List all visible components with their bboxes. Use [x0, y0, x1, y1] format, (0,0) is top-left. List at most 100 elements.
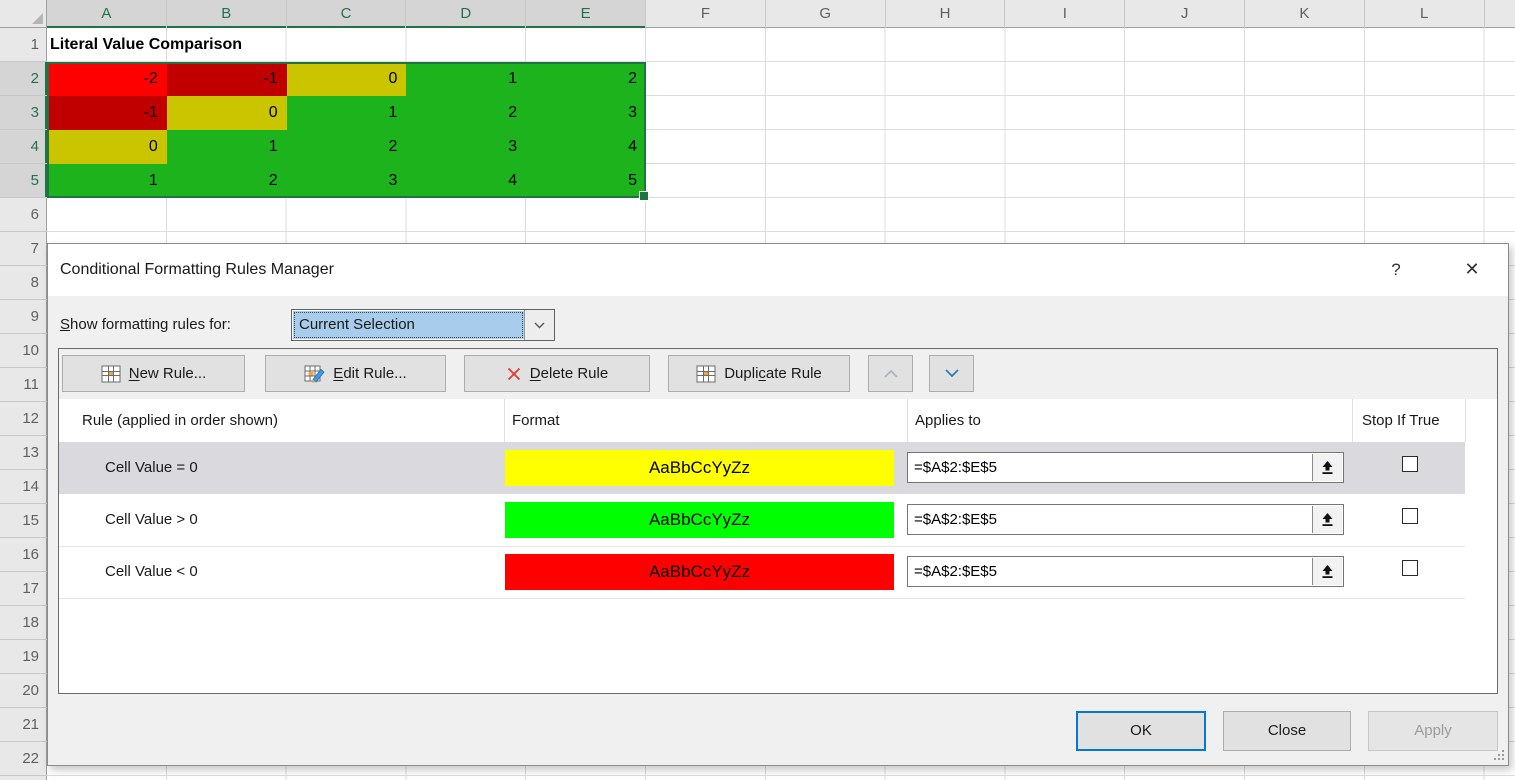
edit-rule-label: Edit Rule...	[333, 365, 406, 382]
row-header-11[interactable]: 11	[0, 368, 47, 402]
cell-E4[interactable]: 4	[526, 130, 646, 164]
cell-C3[interactable]: 1	[287, 96, 407, 130]
column-header-B[interactable]: B	[167, 0, 287, 28]
collapse-dialog-button[interactable]	[1312, 506, 1342, 533]
cell-A4[interactable]: 0	[47, 130, 167, 164]
combobox-dropdown-button[interactable]	[524, 310, 554, 340]
column-header-L[interactable]: L	[1365, 0, 1485, 28]
list-header-stop-if-true: Stop If True	[1362, 399, 1440, 442]
resize-grip[interactable]	[1494, 749, 1506, 761]
row-header-13[interactable]: 13	[0, 436, 47, 470]
column-header-E[interactable]: E	[526, 0, 646, 28]
select-all-triangle-icon	[32, 13, 43, 24]
cell-B4[interactable]: 1	[167, 130, 287, 164]
cell-B3[interactable]: 0	[167, 96, 287, 130]
cell-C5[interactable]: 3	[287, 164, 407, 198]
cell-C4[interactable]: 2	[287, 130, 407, 164]
apply-button[interactable]: Apply	[1368, 711, 1498, 751]
cell-C2[interactable]: 0	[287, 62, 407, 96]
rule-row-3[interactable]: Cell Value < 0AaBbCcYyZz=$A$2:$E$5	[59, 546, 1465, 599]
column-header-F[interactable]: F	[646, 0, 766, 28]
row-header-9[interactable]: 9	[0, 300, 47, 334]
cf-rules-manager-dialog: Conditional Formatting Rules Manager ? ✕…	[47, 243, 1509, 766]
delete-rule-button[interactable]: Delete Rule	[464, 355, 650, 392]
move-rule-up-button[interactable]	[868, 355, 913, 392]
column-header-I[interactable]: I	[1005, 0, 1125, 28]
row-header-18[interactable]: 18	[0, 606, 47, 640]
rule-description: Cell Value > 0	[105, 494, 198, 546]
ok-button[interactable]: OK	[1076, 711, 1206, 751]
cell-D3[interactable]: 2	[406, 96, 526, 130]
list-header-format: Format	[512, 399, 560, 442]
row-header-12[interactable]: 12	[0, 402, 47, 436]
collapse-dialog-button[interactable]	[1312, 558, 1342, 585]
applies-to-value: =$A$2:$E$5	[914, 557, 997, 586]
row-header-6[interactable]: 6	[0, 198, 47, 232]
column-header-H[interactable]: H	[886, 0, 1006, 28]
stop-if-true-checkbox[interactable]	[1402, 560, 1418, 576]
row-header-7[interactable]: 7	[0, 232, 47, 266]
row-header-22[interactable]: 22	[0, 742, 47, 776]
new-rule-button[interactable]: New Rule...	[62, 355, 245, 392]
row-header-19[interactable]: 19	[0, 640, 47, 674]
list-header-rule-applied-in-order-shown-: Rule (applied in order shown)	[82, 399, 278, 442]
applies-to-input[interactable]: =$A$2:$E$5	[907, 556, 1344, 587]
collapse-dialog-button[interactable]	[1312, 454, 1342, 481]
dialog-title: Conditional Formatting Rules Manager	[60, 244, 334, 296]
duplicate-rule-button[interactable]: Duplicate Rule	[668, 355, 850, 392]
edit-rule-button[interactable]: Edit Rule...	[265, 355, 446, 392]
table-edit-icon	[304, 365, 325, 383]
row-header-2[interactable]: 2	[0, 62, 47, 96]
column-separator	[1352, 399, 1353, 442]
applies-to-input[interactable]: =$A$2:$E$5	[907, 504, 1344, 535]
column-separator	[907, 399, 908, 442]
row-header-8[interactable]: 8	[0, 266, 47, 300]
select-all-corner[interactable]	[0, 0, 47, 28]
stop-if-true-checkbox[interactable]	[1402, 456, 1418, 472]
row-header-20[interactable]: 20	[0, 674, 47, 708]
rule-row-1[interactable]: Cell Value = 0AaBbCcYyZz=$A$2:$E$5	[59, 442, 1465, 494]
column-separator	[1465, 399, 1466, 442]
cell-A3[interactable]: -1	[47, 96, 167, 130]
cell-D5[interactable]: 4	[406, 164, 526, 198]
new-rule-label: New Rule...	[129, 365, 207, 382]
help-button[interactable]: ?	[1378, 244, 1414, 296]
column-header-A[interactable]: A	[47, 0, 167, 28]
show-rules-combobox[interactable]: Current Selection	[291, 309, 555, 341]
rule-row-2[interactable]: Cell Value > 0AaBbCcYyZz=$A$2:$E$5	[59, 494, 1465, 547]
cell-A2[interactable]: -2	[47, 62, 167, 96]
row-header-1[interactable]: 1	[0, 28, 47, 62]
close-icon[interactable]: ✕	[1452, 244, 1492, 296]
column-header-G[interactable]: G	[766, 0, 886, 28]
move-rule-down-button[interactable]	[929, 355, 974, 392]
excel-window: ABCDEFGHIJKL 123456789101112131415161718…	[0, 0, 1515, 780]
row-header-10[interactable]: 10	[0, 334, 47, 368]
column-header-K[interactable]: K	[1245, 0, 1365, 28]
row-header-4[interactable]: 4	[0, 130, 47, 164]
cell-D4[interactable]: 3	[406, 130, 526, 164]
cell-D2[interactable]: 1	[406, 62, 526, 96]
row-header-16[interactable]: 16	[0, 538, 47, 572]
column-header-D[interactable]: D	[406, 0, 526, 28]
cell-B5[interactable]: 2	[167, 164, 287, 198]
applies-to-input[interactable]: =$A$2:$E$5	[907, 452, 1344, 483]
format-preview: AaBbCcYyZz	[505, 450, 894, 486]
column-header-J[interactable]: J	[1125, 0, 1245, 28]
row-header-5[interactable]: 5	[0, 164, 47, 198]
close-button[interactable]: Close	[1223, 711, 1351, 751]
column-header-C[interactable]: C	[287, 0, 407, 28]
cell-a1-title[interactable]: Literal Value Comparison	[50, 28, 242, 62]
stop-if-true-checkbox[interactable]	[1402, 508, 1418, 524]
row-header-3[interactable]: 3	[0, 96, 47, 130]
row-header-21[interactable]: 21	[0, 708, 47, 742]
cell-E5[interactable]: 5	[526, 164, 646, 198]
cell-E3[interactable]: 3	[526, 96, 646, 130]
cell-E2[interactable]: 2	[526, 62, 646, 96]
cell-A5[interactable]: 1	[47, 164, 167, 198]
row-header-15[interactable]: 15	[0, 504, 47, 538]
cell-B2[interactable]: -1	[167, 62, 287, 96]
row-header-17[interactable]: 17	[0, 572, 47, 606]
collapse-range-icon	[1321, 512, 1334, 527]
applies-to-value: =$A$2:$E$5	[914, 453, 997, 482]
row-header-14[interactable]: 14	[0, 470, 47, 504]
